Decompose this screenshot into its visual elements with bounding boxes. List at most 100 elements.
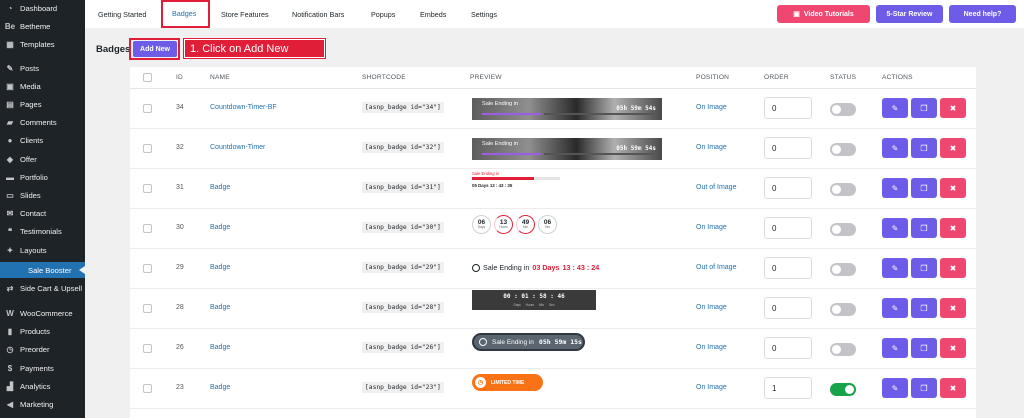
row-checkbox[interactable] [143, 224, 152, 233]
duplicate-button[interactable]: ❐ [911, 98, 937, 118]
row-name-link[interactable]: Countdown-Timer [210, 144, 265, 151]
edit-button[interactable]: ✎ [882, 298, 908, 318]
edit-button[interactable]: ✎ [882, 138, 908, 158]
preview-label: Sale Ending in [482, 141, 519, 147]
duplicate-button[interactable]: ❐ [911, 298, 937, 318]
sidebar-item-portfolio[interactable]: ▬ Portfolio [0, 169, 85, 185]
sidebar-item-preorder[interactable]: ◷ Preorder [0, 341, 85, 357]
select-all-checkbox[interactable] [143, 73, 152, 82]
order-input[interactable]: 0 [764, 97, 812, 119]
sidebar-item-betheme[interactable]: Be Betheme [0, 18, 85, 34]
row-name-link[interactable]: Badge [210, 224, 230, 231]
sidebar-item-layouts[interactable]: ✦ Layouts [0, 242, 85, 258]
delete-button[interactable]: ✖ [940, 218, 966, 238]
row-checkbox[interactable] [143, 384, 152, 393]
sidebar-item-testimonials[interactable]: ❝ Testimonials [0, 223, 85, 239]
delete-button[interactable]: ✖ [940, 298, 966, 318]
sidebar-item-offer[interactable]: ◆ Offer [0, 151, 85, 167]
status-toggle[interactable] [830, 183, 856, 196]
row-checkbox[interactable] [143, 144, 152, 153]
delete-button[interactable]: ✖ [940, 378, 966, 398]
tab-notification-bars[interactable]: Notification Bars [292, 0, 344, 28]
edit-button[interactable]: ✎ [882, 378, 908, 398]
status-toggle[interactable] [830, 303, 856, 316]
tab-popups[interactable]: Popups [371, 0, 395, 28]
delete-button[interactable]: ✖ [940, 338, 966, 358]
status-toggle[interactable] [830, 383, 856, 396]
sidebar-item-posts[interactable]: ✎ Posts [0, 60, 85, 76]
sidebar-item-side-cart[interactable]: ⇄ Side Cart & Upsell [0, 280, 85, 296]
order-input[interactable]: 0 [764, 137, 812, 159]
order-input[interactable]: 0 [764, 257, 812, 279]
copy-icon: ❐ [920, 183, 928, 193]
order-input[interactable]: 0 [764, 337, 812, 359]
five-star-review-button[interactable]: 5-Star Review [876, 5, 943, 23]
row-checkbox[interactable] [143, 264, 152, 273]
tab-getting-started[interactable]: Getting Started [98, 0, 146, 28]
duplicate-button[interactable]: ❐ [911, 338, 937, 358]
sidebar-item-sale-booster[interactable]: •Sale Booster [0, 262, 85, 278]
sidebar-item-payments[interactable]: $ Payments [0, 360, 85, 376]
sidebar-item-templates[interactable]: ▦ Templates [0, 36, 85, 52]
video-tutorials-button[interactable]: ▣ Video Tutorials [777, 5, 870, 23]
sidebar-item-products[interactable]: ▮ Products [0, 323, 85, 339]
status-toggle[interactable] [830, 263, 856, 276]
tab-store-features[interactable]: Store Features [221, 0, 269, 28]
delete-button[interactable]: ✖ [940, 98, 966, 118]
row-shortcode: [asnp_badge id="30"] [362, 222, 444, 233]
status-toggle[interactable] [830, 343, 856, 356]
preview-days: 03 Days [532, 263, 560, 272]
row-name-link[interactable]: Badge [210, 384, 230, 391]
sidebar-item-marketing[interactable]: ◀ Marketing [0, 396, 85, 412]
tab-settings[interactable]: Settings [471, 0, 497, 28]
sidebar-item-analytics[interactable]: ▟ Analytics [0, 378, 85, 394]
copy-icon: ❐ [920, 263, 928, 273]
status-toggle[interactable] [830, 103, 856, 116]
row-name-link[interactable]: Badge [210, 184, 230, 191]
duplicate-button[interactable]: ❐ [911, 138, 937, 158]
slides-icon: ▭ [6, 190, 14, 200]
row-name-link[interactable]: Badge [210, 344, 230, 351]
tab-embeds[interactable]: Embeds [420, 0, 446, 28]
edit-button[interactable]: ✎ [882, 98, 908, 118]
delete-button[interactable]: ✖ [940, 178, 966, 198]
row-checkbox[interactable] [143, 344, 152, 353]
need-help-button[interactable]: Need help? [949, 5, 1016, 23]
table-row: 23 Badge [asnp_badge id="23"] On Image 1 ✎ ❐ ✖ ◷… [130, 369, 976, 409]
sidebar-item-slides[interactable]: ▭ Slides [0, 187, 85, 203]
row-name-link[interactable]: Countdown-Timer-BF [210, 104, 277, 111]
order-input[interactable]: 0 [764, 297, 812, 319]
order-input[interactable]: 1 [764, 377, 812, 399]
add-new-button[interactable]: Add New [133, 41, 177, 57]
sidebar-item-clients[interactable]: ● Clients [0, 132, 85, 148]
duplicate-button[interactable]: ❐ [911, 258, 937, 278]
edit-button[interactable]: ✎ [882, 258, 908, 278]
row-checkbox[interactable] [143, 184, 152, 193]
duplicate-button[interactable]: ❐ [911, 218, 937, 238]
row-checkbox[interactable] [143, 104, 152, 113]
edit-button[interactable]: ✎ [882, 218, 908, 238]
delete-button[interactable]: ✖ [940, 258, 966, 278]
duplicate-button[interactable]: ❐ [911, 178, 937, 198]
status-toggle[interactable] [830, 143, 856, 156]
sidebar-item-comments[interactable]: ▰ Comments [0, 114, 85, 130]
row-name-link[interactable]: Badge [210, 264, 230, 271]
sidebar-item-pages[interactable]: ▤ Pages [0, 96, 85, 112]
order-input[interactable]: 0 [764, 177, 812, 199]
order-input[interactable]: 0 [764, 217, 812, 239]
status-toggle[interactable] [830, 223, 856, 236]
sidebar-item-contact[interactable]: ✉ Contact [0, 205, 85, 221]
sidebar-item-dashboard[interactable]: ◔ Dashboard [0, 0, 85, 16]
payments-icon: $ [7, 363, 13, 373]
row-position: On Image [696, 384, 727, 391]
row-name-link[interactable]: Badge [210, 304, 230, 311]
sidebar-item-woocommerce[interactable]: W WooCommerce [0, 305, 85, 321]
duplicate-button[interactable]: ❐ [911, 378, 937, 398]
edit-button[interactable]: ✎ [882, 338, 908, 358]
table-row: 26 Badge [asnp_badge id="26"] On Image 0 ✎ ❐ ✖ S… [130, 329, 976, 369]
delete-button[interactable]: ✖ [940, 138, 966, 158]
sidebar-item-media[interactable]: ▣ Media [0, 78, 85, 94]
edit-button[interactable]: ✎ [882, 178, 908, 198]
row-checkbox[interactable] [143, 304, 152, 313]
pages-icon: ▤ [6, 99, 14, 109]
